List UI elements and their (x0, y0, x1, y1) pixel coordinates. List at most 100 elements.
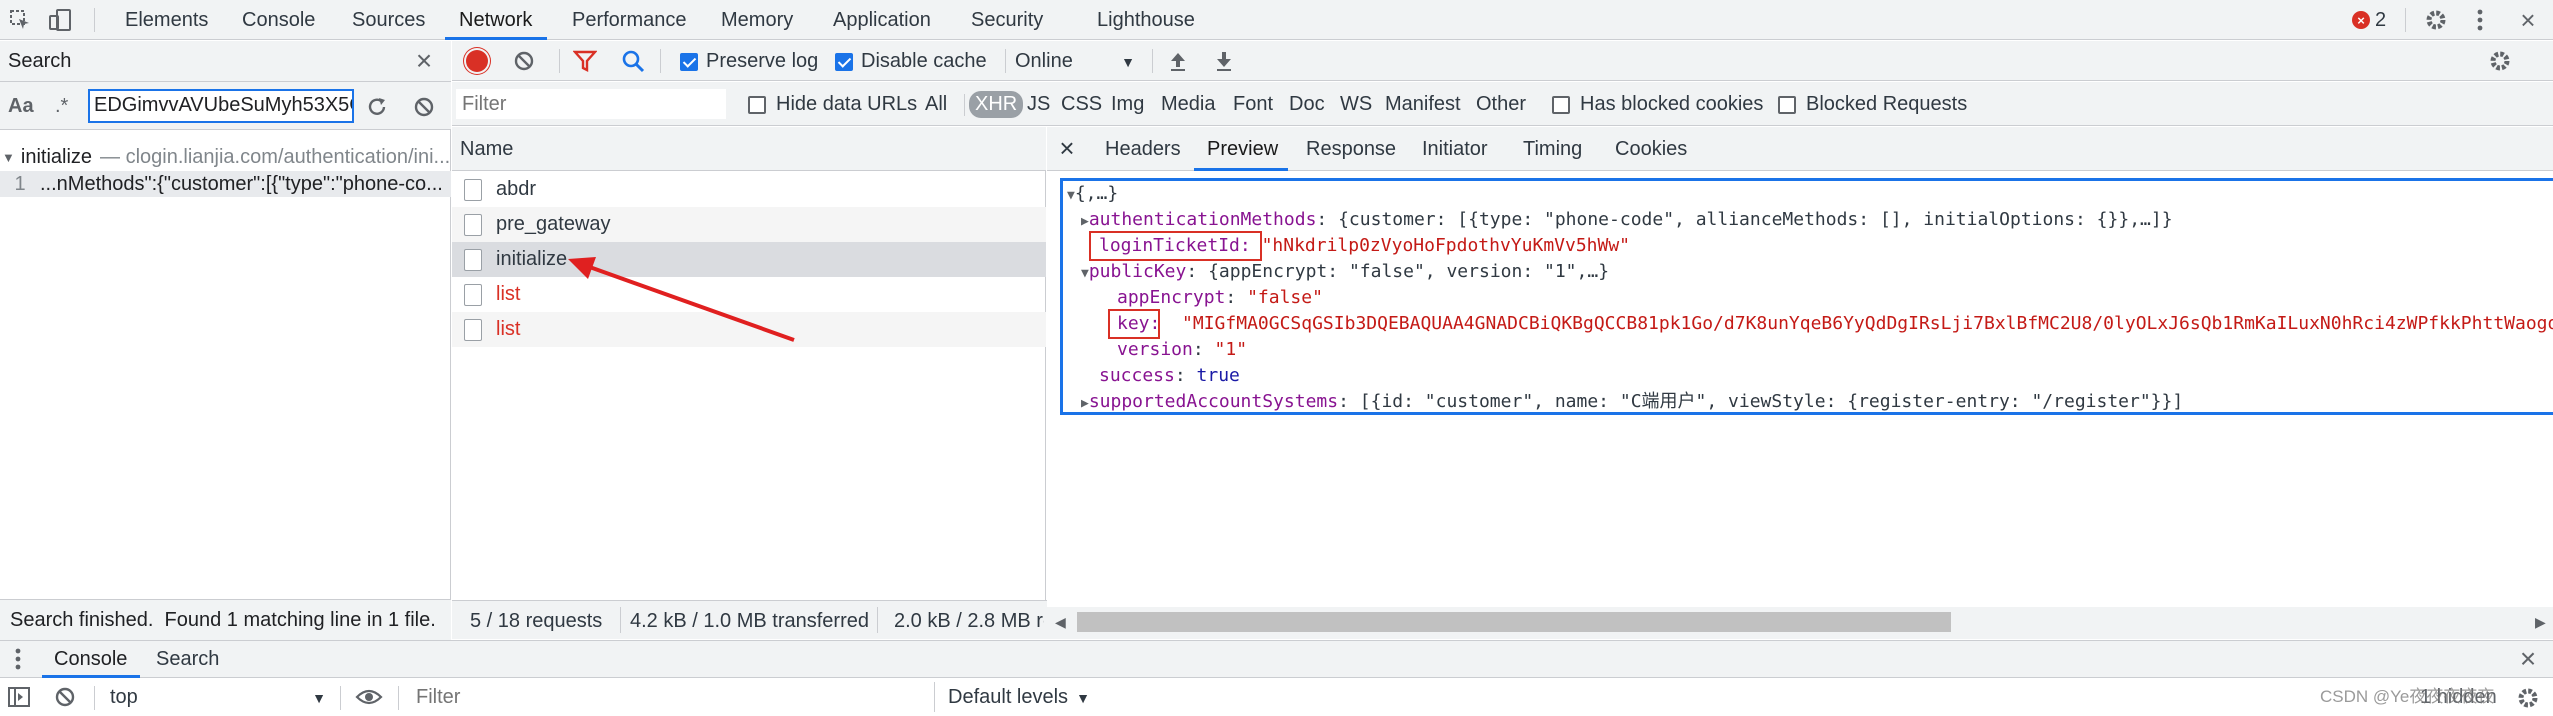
type-filter-ws[interactable]: WS (1340, 93, 1372, 116)
request-row-pre-gateway[interactable]: pre_gateway (452, 207, 1046, 242)
tab-initiator[interactable]: Initiator (1422, 129, 1488, 169)
type-filter-all[interactable]: All (925, 93, 947, 116)
clear-log-icon[interactable] (512, 49, 536, 73)
export-har-icon[interactable] (1212, 49, 1236, 73)
tab-elements[interactable]: Elements (125, 0, 208, 40)
request-count: 5 / 18 requests (470, 610, 603, 632)
json-key-field[interactable]: key: "MIGfMA0GCSqGSIb3DQEBAQUAA4GNADCBiQ… (1117, 311, 2553, 337)
import-har-icon[interactable] (1166, 49, 1190, 73)
type-filter-other[interactable]: Other (1476, 93, 1526, 116)
hide-data-urls-checkbox[interactable]: Hide data URLs (748, 93, 917, 116)
tab-lighthouse[interactable]: Lighthouse (1097, 0, 1195, 40)
settings-gear-icon[interactable] (2422, 6, 2450, 34)
json-boolean-value: true (1196, 365, 1240, 386)
json-authentication-methods[interactable]: ▶authenticationMethods: {customer: [{typ… (1081, 207, 2173, 233)
json-preview: ▼{,…} ▶authenticationMethods: {customer:… (1060, 178, 2553, 415)
match-case-toggle[interactable]: Aa (8, 95, 34, 118)
type-filter-xhr[interactable]: XHR (969, 91, 1024, 118)
close-devtools-icon[interactable]: × (2514, 5, 2542, 35)
tab-network[interactable]: Network (459, 0, 532, 40)
search-panel-title: Search (8, 50, 72, 72)
log-levels-select[interactable]: Default levels ▼ (948, 686, 1090, 709)
json-root[interactable]: ▼{,…} (1067, 181, 1118, 207)
search-query-input[interactable]: EDGimvvAVUbeSuMyh53X5Gc (88, 89, 354, 123)
drawer-tab-search[interactable]: Search (156, 648, 219, 671)
request-name: list (496, 283, 521, 305)
type-filter-manifest[interactable]: Manifest (1385, 93, 1461, 116)
type-filter-img[interactable]: Img (1111, 93, 1144, 116)
type-filter-doc[interactable]: Doc (1289, 93, 1325, 116)
tab-sources[interactable]: Sources (352, 0, 425, 40)
filter-icon[interactable] (572, 49, 598, 73)
scroll-left-icon[interactable]: ◀ (1055, 614, 1066, 631)
scroll-right-icon[interactable]: ▶ (2535, 614, 2546, 631)
tab-application[interactable]: Application (833, 0, 931, 40)
tab-console[interactable]: Console (242, 0, 315, 40)
throttling-select[interactable]: Online ▼ (1015, 50, 1135, 73)
json-app-encrypt[interactable]: appEncrypt: "false" (1117, 285, 1323, 311)
regex-toggle[interactable]: .* (55, 95, 68, 118)
type-filter-media[interactable]: Media (1161, 93, 1215, 116)
device-toolbar-icon[interactable] (48, 8, 72, 32)
type-filter-font[interactable]: Font (1233, 93, 1273, 116)
type-filter-js[interactable]: JS (1027, 93, 1050, 116)
json-supported-account-systems[interactable]: ▶supportedAccountSystems: [{id: "custome… (1081, 389, 2183, 412)
tab-cookies[interactable]: Cookies (1615, 129, 1687, 169)
dropdown-arrow-icon: ▼ (1076, 689, 1090, 706)
checkbox-unchecked (748, 95, 766, 114)
json-public-key[interactable]: ▼publicKey: {appEncrypt: "false", versio… (1081, 259, 1609, 285)
network-settings-gear-icon[interactable] (2486, 47, 2514, 75)
drawer-menu-icon[interactable] (10, 647, 26, 671)
context-selector[interactable]: top ▼ (110, 686, 326, 709)
request-name: list (496, 318, 521, 340)
refresh-icon[interactable] (364, 94, 390, 120)
show-sidebar-icon[interactable] (8, 686, 30, 708)
disable-cache-checkbox[interactable]: Disable cache (835, 50, 987, 73)
tab-timing[interactable]: Timing (1523, 129, 1582, 169)
clear-search-icon[interactable] (411, 94, 437, 120)
clear-console-icon[interactable] (54, 686, 76, 708)
checkbox-checked (835, 52, 853, 71)
close-detail-icon[interactable]: × (1055, 133, 1079, 163)
search-icon[interactable] (620, 49, 646, 73)
type-filter-css[interactable]: CSS (1061, 93, 1102, 116)
checkbox-unchecked (1552, 95, 1570, 114)
error-counter[interactable]: × 2 (2352, 8, 2386, 32)
json-success[interactable]: success: true (1099, 363, 1240, 389)
console-settings-gear-icon[interactable] (2514, 684, 2542, 712)
tab-security[interactable]: Security (971, 0, 1043, 40)
dropdown-arrow-icon: ▼ (312, 689, 326, 706)
checkbox-checked (680, 52, 698, 71)
tab-response[interactable]: Response (1306, 129, 1396, 169)
horizontal-scrollbar[interactable]: ◀ ▶ (1047, 607, 2553, 639)
name-column-header[interactable]: Name (460, 138, 513, 161)
tab-memory[interactable]: Memory (721, 0, 793, 40)
dropdown-arrow-icon: ▼ (1121, 53, 1135, 70)
live-expression-eye-icon[interactable] (354, 686, 384, 708)
network-filter-input[interactable] (456, 89, 726, 119)
document-icon (464, 213, 482, 236)
drawer-tab-console[interactable]: Console (54, 648, 127, 671)
json-value: {customer: [{type: "phone-code", allianc… (1338, 209, 2173, 230)
json-string-value: "MIGfMA0GCSqGSIb3DQEBAQUAA4GNADCBiQKBgQC… (1182, 313, 2553, 334)
tab-preview[interactable]: Preview (1207, 129, 1278, 169)
record-icon[interactable] (466, 50, 488, 72)
json-version[interactable]: version: "1" (1117, 337, 1247, 363)
inspect-element-icon[interactable] (8, 8, 32, 32)
search-result-file[interactable]: ▼ initialize — clogin.lianjia.com/authen… (0, 145, 451, 169)
close-search-icon[interactable]: × (410, 45, 438, 76)
more-options-icon[interactable] (2470, 6, 2490, 34)
scrollbar-thumb[interactable] (1077, 612, 1951, 632)
annotation-arrow (568, 257, 795, 342)
blocked-requests-checkbox[interactable]: Blocked Requests (1778, 93, 1967, 116)
request-row-abdr[interactable]: abdr (452, 172, 1046, 207)
tab-performance[interactable]: Performance (572, 0, 687, 40)
console-filter-input[interactable] (410, 683, 934, 711)
collapse-triangle-icon: ▼ (1081, 266, 1089, 281)
has-blocked-cookies-checkbox[interactable]: Has blocked cookies (1552, 93, 1763, 116)
tab-headers[interactable]: Headers (1105, 129, 1181, 169)
preserve-log-checkbox[interactable]: Preserve log (680, 50, 818, 73)
disable-cache-label: Disable cache (861, 50, 987, 72)
close-drawer-icon[interactable]: × (2514, 643, 2542, 674)
search-result-line[interactable]: 1 ...nMethods":{"customer":[{"type":"pho… (0, 171, 451, 197)
